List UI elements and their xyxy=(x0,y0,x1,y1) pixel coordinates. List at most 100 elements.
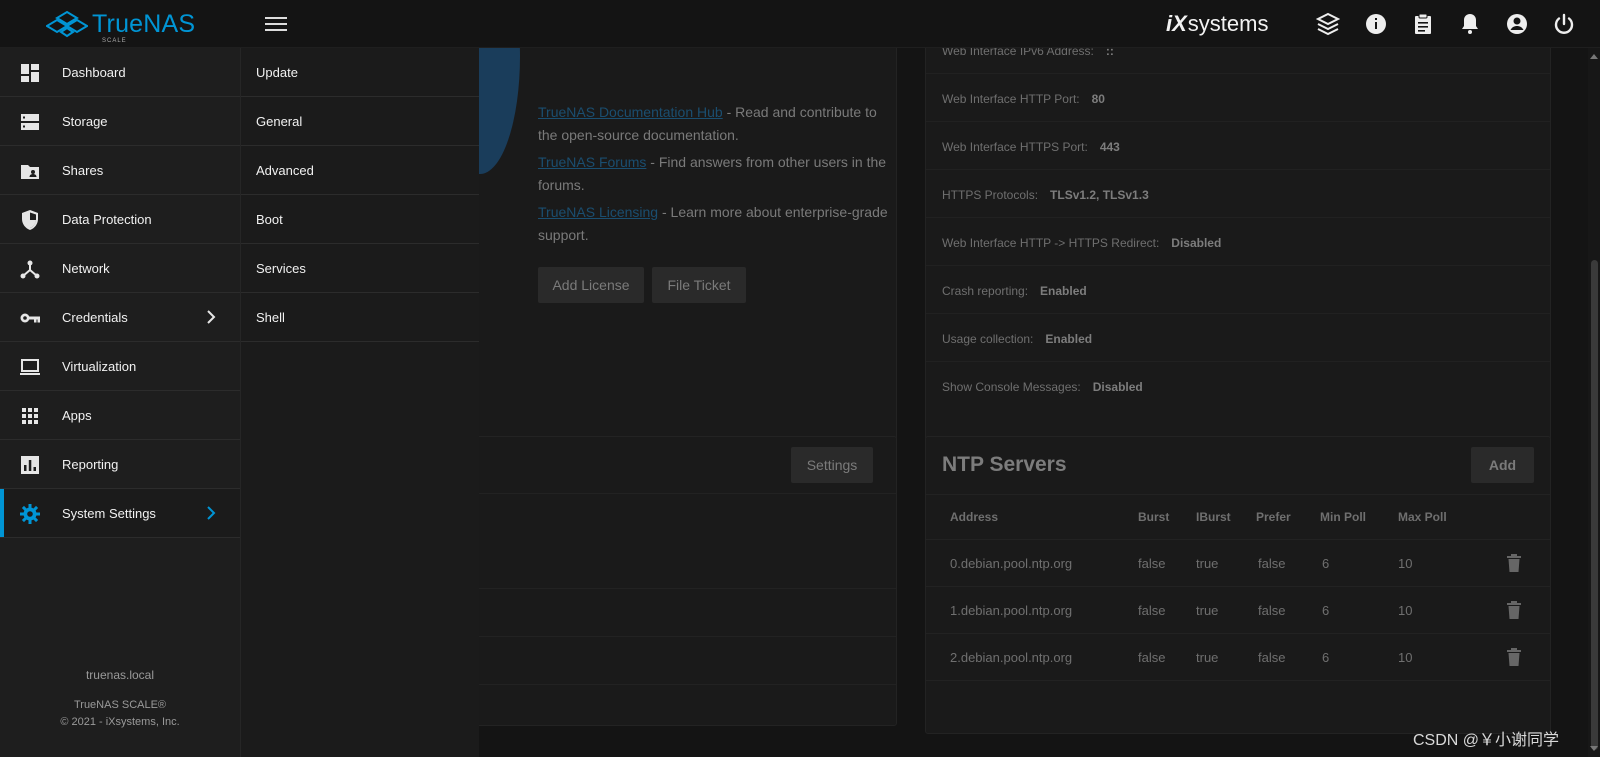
table-row[interactable]: 1.debian.pool.ntp.org false true false 6… xyxy=(926,587,1550,634)
ntp-iburst: true xyxy=(1196,556,1219,571)
clipboard-icon[interactable] xyxy=(1411,12,1435,36)
sidebar-item-reporting[interactable]: Reporting xyxy=(0,440,240,489)
account-icon[interactable] xyxy=(1505,12,1529,36)
ixsystems-logo[interactable]: iX systems xyxy=(1166,8,1268,40)
support-line-licensing: TrueNAS Licensing - Learn more about ent… xyxy=(538,201,888,247)
table-row[interactable]: 2.debian.pool.ntp.org false true false 6… xyxy=(926,634,1550,681)
kv-value: 80 xyxy=(1091,92,1105,106)
ntp-col-iburst[interactable]: IBurst xyxy=(1196,510,1231,524)
gui-row-label: Usage collection: Enabled xyxy=(942,332,1092,346)
sidebar-item-apps[interactable]: Apps xyxy=(0,391,240,440)
gui-row-label: Web Interface HTTP Port: 80 xyxy=(942,92,1105,106)
trash-icon[interactable] xyxy=(1506,554,1522,572)
table-row[interactable]: 0.debian.pool.ntp.org false true false 6… xyxy=(926,540,1550,587)
localization-row xyxy=(479,493,896,494)
sidebar-item-storage[interactable]: Storage xyxy=(0,97,240,146)
scrollbar-thumb[interactable] xyxy=(1591,260,1598,750)
docs-hub-link[interactable]: TrueNAS Documentation Hub xyxy=(538,104,723,120)
copyright: © 2021 - iXsystems, Inc. xyxy=(60,716,180,728)
ntp-address: 1.debian.pool.ntp.org xyxy=(950,603,1073,618)
sidebar-item-network[interactable]: Network xyxy=(0,244,240,293)
ntp-col-burst[interactable]: Burst xyxy=(1138,510,1169,524)
gui-ipv6-label: Web Interface IPv6 Address: xyxy=(942,48,1094,58)
system-settings-submenu: Update General Advanced Boot Services Sh… xyxy=(240,48,479,757)
ntp-address: 2.debian.pool.ntp.org xyxy=(950,650,1073,665)
laptop-icon xyxy=(20,359,40,375)
sidebar-item-label: Virtualization xyxy=(62,358,137,374)
sidebar-item-label: Dashboard xyxy=(62,64,126,80)
ntp-title: NTP Servers xyxy=(942,453,1067,476)
submenu-item-advanced[interactable]: Advanced xyxy=(241,146,479,195)
ntp-col-prefer[interactable]: Prefer xyxy=(1256,510,1291,524)
submenu-item-general[interactable]: General xyxy=(241,97,479,146)
top-bar: TrueNAS SCALE iX systems xyxy=(0,0,1600,48)
truecommand-icon[interactable] xyxy=(1316,12,1340,36)
ntp-col-max-poll[interactable]: Max Poll xyxy=(1398,510,1447,524)
sidebar-item-system-settings[interactable]: System Settings xyxy=(0,489,240,538)
scroll-up-arrow[interactable] xyxy=(1590,54,1598,59)
ntp-table-header: Address Burst IBurst Prefer Min Poll Max… xyxy=(926,494,1550,540)
gui-row-label: Show Console Messages: Disabled xyxy=(942,380,1143,394)
sidebar-item-label: Data Protection xyxy=(62,211,152,227)
power-icon[interactable] xyxy=(1552,12,1576,36)
ixsystems-text: systems xyxy=(1187,11,1269,36)
support-links: TrueNAS Documentation Hub - Read and con… xyxy=(538,101,888,247)
trash-icon[interactable] xyxy=(1506,648,1522,666)
forums-link[interactable]: TrueNAS Forums xyxy=(538,154,646,170)
kv-label: Crash reporting: xyxy=(942,284,1029,298)
sidebar-item-virtualization[interactable]: Virtualization xyxy=(0,342,240,391)
ntp-prefer: false xyxy=(1258,556,1286,571)
ntp-min-poll: 6 xyxy=(1322,556,1330,571)
kv-value: 443 xyxy=(1099,140,1120,154)
bell-icon[interactable] xyxy=(1458,12,1482,36)
sidebar-item-shares[interactable]: Shares xyxy=(0,146,240,195)
gui-row-label: HTTPS Protocols: TLSv1.2, TLSv1.3 xyxy=(942,188,1149,202)
page-scrollbar[interactable] xyxy=(1588,48,1600,757)
ntp-max-poll: 10 xyxy=(1398,650,1413,665)
kv-label: Show Console Messages: xyxy=(942,380,1081,394)
sidebar: Dashboard Storage Shares Data Protection… xyxy=(0,48,240,757)
kv-value: Enabled xyxy=(1045,332,1093,346)
add-license-button[interactable]: Add License xyxy=(538,267,644,303)
brand-edition: SCALE xyxy=(102,38,127,44)
ixsystems-mark: iX xyxy=(1166,11,1187,36)
sidebar-item-data-protection[interactable]: Data Protection xyxy=(0,195,240,244)
scroll-down-arrow[interactable] xyxy=(1590,746,1598,751)
localization-row xyxy=(479,588,896,589)
menu-toggle-icon[interactable] xyxy=(265,14,287,34)
chevron-right-icon xyxy=(207,310,216,324)
trash-icon[interactable] xyxy=(1506,601,1522,619)
ntp-col-min-poll[interactable]: Min Poll xyxy=(1320,510,1366,524)
ntp-add-button[interactable]: Add xyxy=(1471,447,1534,483)
info-icon[interactable] xyxy=(1364,12,1388,36)
kv-value: TLSv1.2, TLSv1.3 xyxy=(1050,188,1149,202)
submenu-item-services[interactable]: Services xyxy=(241,244,479,293)
submenu-item-shell[interactable]: Shell xyxy=(241,293,479,342)
submenu-item-update[interactable]: Update xyxy=(241,48,479,97)
gui-row: Web Interface HTTP Port: 80 xyxy=(926,74,1550,122)
support-line-docs: TrueNAS Documentation Hub - Read and con… xyxy=(538,101,888,147)
sidebar-item-label: Shares xyxy=(62,162,104,178)
shares-icon xyxy=(21,165,39,179)
submenu-item-boot[interactable]: Boot xyxy=(241,195,479,244)
sidebar-item-dashboard[interactable]: Dashboard xyxy=(0,48,240,97)
sidebar-footer: truenas.local TrueNAS SCALE® © 2021 - iX… xyxy=(0,668,240,728)
gui-row: Web Interface HTTP -> HTTPS Redirect: Dis… xyxy=(926,218,1550,266)
licensing-link[interactable]: TrueNAS Licensing xyxy=(538,204,658,220)
truenas-logo-icon xyxy=(46,10,88,38)
dashboard-icon xyxy=(21,64,39,82)
ntp-burst: false xyxy=(1138,603,1166,618)
ntp-min-poll: 6 xyxy=(1322,650,1330,665)
ntp-col-address[interactable]: Address xyxy=(950,510,998,524)
file-ticket-button[interactable]: File Ticket xyxy=(652,267,746,303)
brand-name: TrueNAS xyxy=(92,9,196,38)
sidebar-item-credentials[interactable]: Credentials xyxy=(0,293,240,342)
gui-row: HTTPS Protocols: TLSv1.2, TLSv1.3 xyxy=(926,170,1550,218)
kv-value: Disabled xyxy=(1092,380,1143,394)
localization-settings-button[interactable]: Settings xyxy=(791,447,873,483)
gui-row: Crash reporting: Enabled xyxy=(926,266,1550,314)
gear-icon xyxy=(20,504,40,524)
main-content: TrueNAS Documentation Hub - Read and con… xyxy=(479,48,1600,757)
support-graphic xyxy=(479,48,520,174)
truenas-logo[interactable]: TrueNAS SCALE xyxy=(46,8,196,44)
